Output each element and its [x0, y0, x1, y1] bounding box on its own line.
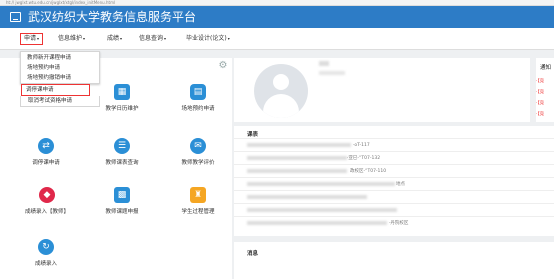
nav-menu-info-maintenance[interactable]: 信息维护▾ — [58, 28, 85, 50]
tile-grade-entry-teacher[interactable]: ◆ 成绩录入【教师】 — [10, 187, 84, 227]
menu-item-venue-cancel[interactable]: 场地预约撤销申请 — [27, 75, 71, 81]
caret-down-icon: ▾ — [164, 36, 167, 41]
grade-entry-icon: ◆ — [39, 187, 55, 203]
tile-label: 成绩录入 — [34, 261, 57, 267]
tile-label: 教学日历维护 — [105, 106, 139, 112]
messages-title: 消息 — [247, 251, 259, 257]
nav-menu-apply[interactable]: 申请▾ — [20, 33, 44, 45]
menu-item-label: 调停课申请 — [26, 87, 54, 93]
notice-title: 通知 — [540, 65, 552, 71]
nav-thesis-label: 毕业设计(论文) — [186, 35, 227, 42]
tile-label: 调停课申请 — [32, 160, 60, 166]
nav-query-label: 信息查询 — [139, 35, 164, 42]
menu-item-venue-reservation[interactable]: 场地预约申请 — [27, 65, 60, 71]
document-icon: ▤ — [190, 84, 206, 100]
menu-item-class-reschedule[interactable]: 调停课申请 — [21, 84, 90, 96]
notice-item[interactable]: ·【竞 — [536, 79, 544, 84]
tile-venue-reservation[interactable]: ▤ 场地预约申请 — [168, 84, 228, 124]
menu-item-cancel-exam-eligibility[interactable]: 取消考试资格申请 — [20, 96, 100, 107]
timetable-row[interactable]: ·oT-117 — [234, 138, 554, 151]
caret-down-icon: ▾ — [120, 36, 123, 41]
grade-icon: ↻ — [38, 239, 54, 255]
timetable-row[interactable] — [234, 190, 554, 203]
tile-label: 教师教学评价 — [181, 160, 215, 166]
site-title: 武汉纺织大学教务信息服务平台 — [28, 10, 197, 24]
calendar-icon: ▦ — [114, 84, 130, 100]
tile-label: 学生过程管理 — [181, 209, 215, 215]
messages-panel: 消息 — [234, 242, 554, 279]
monitor-logo-icon — [10, 12, 21, 22]
tile-teacher-project[interactable]: ▩ 教师课题申报 — [92, 187, 152, 227]
nav-apply-label: 申请 — [24, 35, 37, 42]
evaluation-icon: ✉ — [190, 138, 206, 154]
timetable-row[interactable]: ·亚巳-“T07-132 — [234, 151, 554, 164]
caret-down-icon: ▾ — [37, 36, 40, 41]
timetable-row[interactable]: 政校区-“T07-110 — [234, 164, 554, 177]
tile-teaching-calendar[interactable]: ▦ 教学日历维护 — [92, 84, 152, 124]
redacted-text — [319, 71, 345, 75]
notice-item[interactable]: ·【竞 — [536, 101, 544, 106]
tile-label: 成绩录入【教师】 — [24, 209, 69, 215]
timetable-row[interactable]: 地点 — [234, 177, 554, 190]
nav-grades-label: 成绩 — [107, 35, 120, 42]
tile-teaching-evaluation[interactable]: ✉ 教师教学评价 — [168, 138, 228, 178]
exchange-icon: ⇄ — [38, 138, 54, 154]
project-icon: ▩ — [114, 187, 130, 203]
notice-panel: 通知 ·【竞 ·【竞 ·【竞 ·【竞 — [536, 58, 554, 122]
dashboard-right-column: 通知 ·【竞 ·【竞 ·【竞 ·【竞 课表 ·oT-117 ·亚巳-“T07-1… — [234, 58, 554, 279]
nav-menu-thesis[interactable]: 毕业设计(论文)▾ — [186, 28, 230, 50]
url-text: ht:// jwglxt.wtu.edu.cn/jwglxt/xtgl/inde… — [6, 0, 116, 5]
menu-item-label: 取消考试资格申请 — [28, 98, 73, 104]
nav-menu-info-query[interactable]: 信息查询▾ — [139, 28, 166, 50]
caret-down-icon: ▾ — [83, 36, 86, 41]
nav-info-label: 信息维护 — [58, 35, 83, 42]
redacted-text — [319, 61, 329, 66]
apply-dropdown-menu: 教师新开课程申请 场地预约申请 场地预约撤销申请 — [20, 51, 100, 84]
avatar — [254, 64, 308, 118]
tile-label: 教师课题申报 — [105, 209, 139, 215]
nav-menu-grades[interactable]: 成绩▾ — [107, 28, 122, 50]
notice-item[interactable]: ·【竞 — [536, 112, 544, 117]
tile-label: 场地预约申请 — [181, 106, 215, 112]
timetable-panel: 课表 ·oT-117 ·亚巳-“T07-132 政校区-“T07-110 地点 … — [234, 126, 554, 236]
user-profile-card — [234, 58, 530, 122]
tile-student-process[interactable]: ♜ 学生过程管理 — [168, 187, 228, 227]
notice-item[interactable]: ·【竞 — [536, 90, 544, 95]
timetable-title: 课表 — [247, 132, 259, 138]
student-management-icon: ♜ — [190, 187, 206, 203]
site-header: 武汉纺织大学教务信息服务平台 — [0, 6, 554, 28]
tile-teacher-timetable[interactable]: ☰ 教师课表查询 — [92, 138, 152, 178]
timetable-row[interactable] — [234, 203, 554, 216]
timetable-row[interactable]: ·丹院校区 — [234, 216, 554, 229]
tile-grade-entry[interactable]: ↻ 成绩录入 — [16, 239, 76, 279]
tile-class-reschedule[interactable]: ⇄ 调停课申请 — [16, 138, 76, 178]
gear-icon[interactable]: ⚙ — [218, 61, 228, 71]
caret-down-icon: ▾ — [227, 36, 230, 41]
main-navbar: 申请▾ 信息维护▾ 成绩▾ 信息查询▾ 毕业设计(论文)▾ — [0, 28, 554, 50]
menu-item-new-course[interactable]: 教师新开课程申请 — [27, 55, 71, 61]
schedule-icon: ☰ — [114, 138, 130, 154]
tile-label: 教师课表查询 — [105, 160, 139, 166]
